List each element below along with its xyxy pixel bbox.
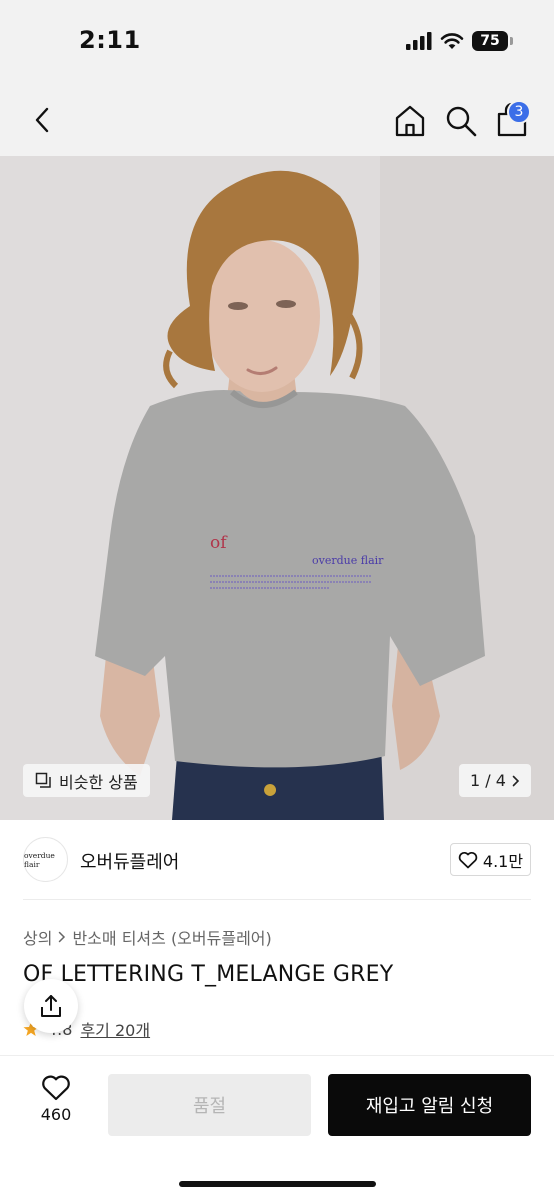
breadcrumb-category[interactable]: 상의 xyxy=(23,925,52,949)
home-icon[interactable] xyxy=(391,102,429,140)
cart-count-badge: 3 xyxy=(507,100,531,124)
heart-icon xyxy=(42,1075,70,1101)
divider xyxy=(23,899,531,900)
search-icon[interactable] xyxy=(442,102,480,140)
home-indicator xyxy=(179,1181,376,1187)
nav-bar xyxy=(0,84,554,156)
soldout-button[interactable]: 품절 xyxy=(108,1074,311,1136)
bottom-action-bar: 460 품절 재입고 알림 신청 xyxy=(0,1055,554,1200)
breadcrumb: 상의 반소매 티셔츠 (오버듀플레어) xyxy=(23,925,272,949)
battery-indicator: 75 xyxy=(472,31,513,51)
status-time: 2:11 xyxy=(79,26,141,54)
reviews-link[interactable]: 후기 20개 xyxy=(80,1017,150,1041)
heart-icon xyxy=(458,851,478,868)
share-icon xyxy=(41,995,61,1017)
brand-logo[interactable]: overdue flair xyxy=(23,837,68,882)
copy-icon xyxy=(35,772,51,788)
image-counter: 1 / 4 xyxy=(470,771,506,790)
status-bar: 2:11 75 xyxy=(0,0,554,84)
brand-like-count: 4.1만 xyxy=(482,851,524,871)
chevron-right-icon xyxy=(59,931,66,943)
product-photo: of overdue flair xyxy=(0,156,554,820)
chevron-left-icon xyxy=(35,107,49,133)
status-icons: 75 xyxy=(406,30,513,52)
signal-icon xyxy=(406,32,432,50)
product-image[interactable]: of overdue flair 비슷한 상품 1 / 4 xyxy=(0,156,554,820)
wishlist-count: 460 xyxy=(40,1105,72,1124)
chevron-right-icon xyxy=(512,775,520,786)
restock-alert-button[interactable]: 재입고 알림 신청 xyxy=(328,1074,531,1136)
share-button[interactable] xyxy=(24,979,78,1033)
brand-name[interactable]: 오버듀플레어 xyxy=(80,848,179,874)
shirt-print-small: of xyxy=(210,533,228,553)
brand-row[interactable]: overdue flair 오버듀플레어 4.1만 xyxy=(0,820,554,900)
similar-products-label: 비슷한 상품 xyxy=(59,772,138,792)
shirt-print-brand: overdue flair xyxy=(312,554,384,567)
wifi-icon xyxy=(440,33,464,49)
image-counter-button[interactable]: 1 / 4 xyxy=(459,764,531,797)
wishlist-button[interactable]: 460 xyxy=(30,1074,82,1124)
breadcrumb-subcategory[interactable]: 반소매 티셔츠 (오버듀플레어) xyxy=(72,925,271,949)
product-title: OF LETTERING T_MELANGE GREY xyxy=(23,962,394,987)
back-button[interactable] xyxy=(24,102,60,138)
brand-like-button[interactable]: 4.1만 xyxy=(450,843,531,876)
similar-products-button[interactable]: 비슷한 상품 xyxy=(23,764,150,797)
